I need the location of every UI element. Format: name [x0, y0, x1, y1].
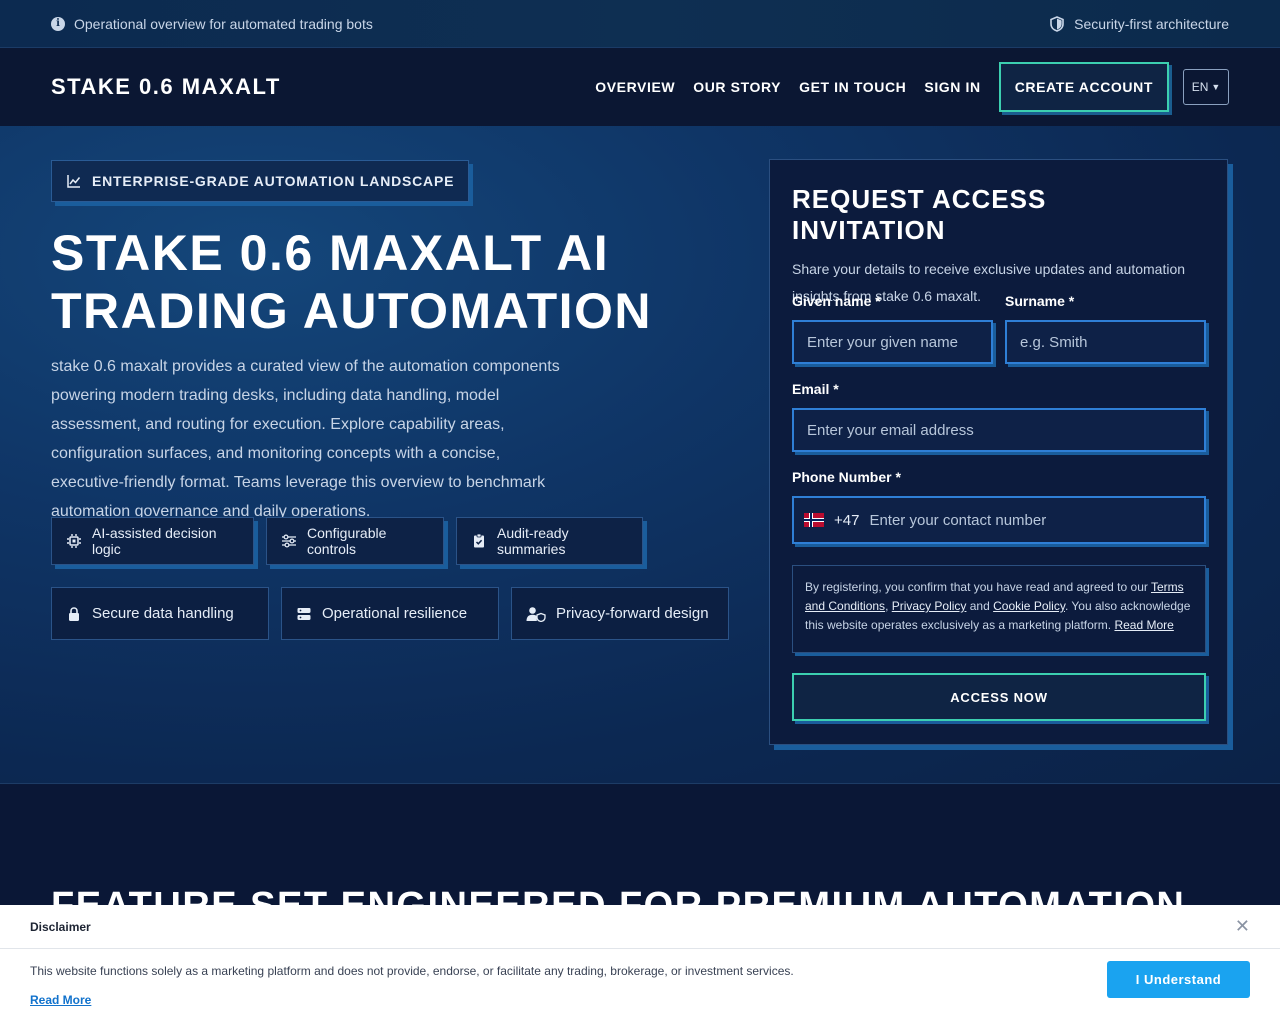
hero-description: stake 0.6 maxalt provides a curated view… [51, 358, 560, 520]
phone-placeholder: Enter your contact number [869, 511, 1047, 529]
consent-notice: By registering, you confirm that you hav… [792, 565, 1206, 653]
phone-label: Phone Number * [792, 469, 901, 485]
chip-label: Privacy-forward design [556, 605, 709, 622]
privacy-link[interactable]: Privacy Policy [892, 599, 967, 613]
feature-chip-secure-data: Secure data handling [51, 587, 269, 640]
chip-label: AI-assisted decision logic [92, 525, 217, 557]
sliders-icon [282, 534, 296, 548]
feature-chip-audit: Audit-ready summaries [456, 517, 643, 565]
server-icon [297, 607, 311, 620]
hero-title: STAKE 0.6 MAXALT AI TRADING AUTOMATION [51, 225, 653, 339]
disclaimer-title: Disclaimer [30, 919, 91, 934]
user-shield-icon [526, 606, 546, 622]
language-label: EN [1191, 80, 1209, 94]
given-name-field[interactable]: Enter your given name [792, 320, 993, 364]
site-header: STAKE 0.6 MAXALT OVERVIEW OUR STORY GET … [0, 48, 1280, 126]
consent-text: , [885, 599, 892, 613]
language-selector[interactable]: EN ▼ [1183, 69, 1229, 105]
feature-chip-privacy: Privacy-forward design [511, 587, 729, 640]
surname-field[interactable]: e.g. Smith [1005, 320, 1206, 364]
disclaimer-header: Disclaimer ✕ [0, 905, 1280, 949]
topbar-right: Security-first architecture [1049, 16, 1229, 32]
info-icon: i [51, 16, 65, 31]
shield-icon [1050, 15, 1064, 32]
chip-label: Secure data handling [92, 605, 234, 622]
chevron-down-icon: ▼ [1211, 82, 1221, 92]
phone-field[interactable]: +47 Enter your contact number [792, 496, 1206, 544]
email-label: Email * [792, 381, 839, 397]
read-more-link[interactable]: Read More [1114, 618, 1173, 632]
topbar-left-text: Operational overview for automated tradi… [74, 15, 373, 32]
nav-our-story[interactable]: OUR STORY [693, 79, 781, 95]
disclaimer-read-more-link[interactable]: Read More [30, 993, 91, 1007]
request-access-form: REQUEST ACCESS INVITATION Share your det… [769, 159, 1228, 745]
given-name-label: Given name * [792, 293, 881, 309]
cookie-link[interactable]: Cookie Policy [993, 599, 1065, 613]
access-now-button[interactable]: ACCESS NOW [792, 673, 1206, 721]
disclaimer-text: This website functions solely as a marke… [30, 964, 794, 978]
chip-processor-icon [67, 534, 81, 548]
eyebrow-text: ENTERPRISE-GRADE AUTOMATION LANDSCAPE [92, 173, 455, 189]
close-icon[interactable]: ✕ [1235, 916, 1250, 937]
hero-section: ENTERPRISE-GRADE AUTOMATION LANDSCAPE ST… [0, 126, 1280, 784]
feature-chip-ai-logic: AI-assisted decision logic [51, 517, 254, 565]
feature-chip-controls: Configurable controls [266, 517, 444, 565]
chip-label: Audit-ready summaries [497, 525, 569, 557]
feature-chip-resilience: Operational resilience [281, 587, 499, 640]
lock-icon [69, 606, 79, 621]
surname-placeholder: e.g. Smith [1020, 333, 1088, 351]
norway-flag-icon[interactable] [804, 513, 824, 527]
i-understand-button[interactable]: I Understand [1107, 961, 1250, 998]
form-title: REQUEST ACCESS INVITATION [792, 184, 1047, 245]
disclaimer-banner: Disclaimer ✕ This website functions sole… [0, 905, 1280, 1024]
email-placeholder: Enter your email address [807, 421, 974, 439]
topbar-left: i Operational overview for automated tra… [51, 16, 373, 32]
nav-get-in-touch[interactable]: GET IN TOUCH [799, 79, 906, 95]
line-chart-icon [67, 175, 81, 188]
create-account-button[interactable]: CREATE ACCOUNT [998, 62, 1169, 112]
consent-text: and [966, 599, 994, 613]
chip-label: Configurable controls [307, 525, 387, 557]
site-logo[interactable]: STAKE 0.6 MAXALT [51, 74, 281, 100]
topbar-right-text: Security-first architecture [1074, 15, 1229, 32]
consent-text: By registering, you confirm that you hav… [805, 580, 1151, 594]
hero-eyebrow-badge: ENTERPRISE-GRADE AUTOMATION LANDSCAPE [51, 160, 470, 202]
nav-overview[interactable]: OVERVIEW [595, 79, 675, 95]
given-name-placeholder: Enter your given name [807, 333, 958, 351]
email-field[interactable]: Enter your email address [792, 408, 1206, 452]
top-info-bar: i Operational overview for automated tra… [0, 0, 1280, 48]
clipboard-check-icon [474, 533, 484, 548]
nav-sign-in[interactable]: SIGN IN [924, 79, 980, 95]
phone-country-code: +47 [834, 511, 860, 529]
main-nav: OVERVIEW OUR STORY GET IN TOUCH SIGN IN … [577, 62, 1229, 112]
surname-label: Surname * [1005, 293, 1075, 309]
chip-label: Operational resilience [322, 605, 468, 622]
